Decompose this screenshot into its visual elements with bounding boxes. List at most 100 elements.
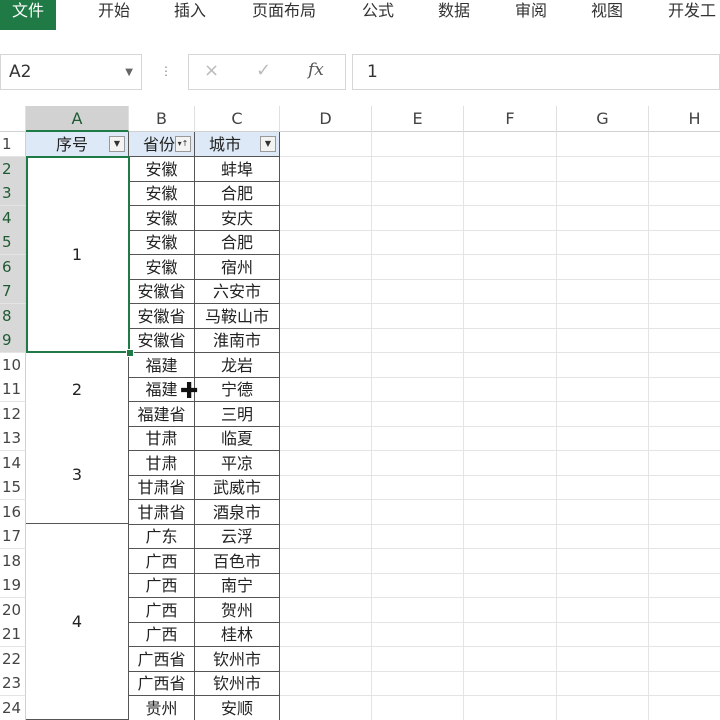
grid-cell[interactable] (372, 157, 464, 182)
grid-cell[interactable] (649, 549, 720, 574)
grid-cell[interactable] (649, 255, 720, 280)
fill-handle[interactable] (126, 349, 134, 357)
province-cell[interactable]: 广西 (129, 549, 195, 574)
grid-cell[interactable] (649, 451, 720, 476)
grid-cell[interactable] (649, 206, 720, 231)
grid-cell[interactable] (464, 377, 557, 402)
grid-cell[interactable] (557, 573, 649, 598)
grid-cell[interactable] (372, 206, 464, 231)
merged-index-cell[interactable]: 3 (26, 426, 129, 524)
city-cell[interactable]: 安顺 (195, 696, 280, 720)
province-cell[interactable]: 安徽 (129, 206, 195, 231)
grid-cell[interactable] (649, 328, 720, 353)
row-header[interactable]: 21 (0, 622, 26, 647)
grid-cell[interactable] (464, 696, 557, 720)
tab-view[interactable]: 视图 (591, 0, 623, 30)
column-header-f[interactable]: F (464, 106, 557, 132)
grid-cell[interactable] (557, 255, 649, 280)
row-header[interactable]: 18 (0, 549, 26, 574)
grid-cell[interactable] (557, 328, 649, 353)
column-header-e[interactable]: E (372, 106, 464, 132)
tab-developer[interactable]: 开发工 (668, 0, 716, 30)
grid-cell[interactable] (557, 230, 649, 255)
row-header[interactable]: 24 (0, 696, 26, 720)
city-cell[interactable]: 六安市 (195, 279, 280, 304)
tab-review[interactable]: 审阅 (515, 0, 547, 30)
grid-cell[interactable] (649, 353, 720, 378)
grid-cell[interactable] (649, 426, 720, 451)
row-header[interactable]: 19 (0, 573, 26, 598)
grid-cell[interactable] (464, 524, 557, 549)
column-header-d[interactable]: D (280, 106, 372, 132)
row-header[interactable]: 5 (0, 230, 26, 255)
grid-cell[interactable] (649, 157, 720, 182)
grid-cell[interactable] (372, 353, 464, 378)
grid-cell[interactable] (372, 328, 464, 353)
grid-cell[interactable] (557, 549, 649, 574)
row-header[interactable]: 2 (0, 157, 26, 182)
grid-cell[interactable] (557, 304, 649, 329)
city-cell[interactable]: 临夏 (195, 426, 280, 451)
row-header[interactable]: 9 (0, 328, 26, 353)
grid-cell[interactable] (280, 377, 372, 402)
grid-cell[interactable] (280, 500, 372, 525)
province-cell[interactable]: 广西省 (129, 671, 195, 696)
grid-cell[interactable] (464, 475, 557, 500)
grid-cell[interactable] (372, 279, 464, 304)
city-cell[interactable]: 合肥 (195, 181, 280, 206)
grid-cell[interactable] (557, 475, 649, 500)
city-cell[interactable]: 南宁 (195, 573, 280, 598)
province-cell[interactable]: 安徽省 (129, 279, 195, 304)
tab-insert[interactable]: 插入 (174, 0, 206, 30)
grid-cell[interactable] (372, 451, 464, 476)
city-cell[interactable]: 淮南市 (195, 328, 280, 353)
grid-cell[interactable] (372, 255, 464, 280)
cancel-icon[interactable]: × (204, 60, 219, 81)
city-cell[interactable]: 蚌埠 (195, 157, 280, 182)
select-all-corner[interactable] (0, 106, 26, 132)
filter-dropdown-a-icon[interactable]: ▼ (109, 136, 125, 152)
grid-cell[interactable] (464, 230, 557, 255)
city-cell[interactable]: 酒泉市 (195, 500, 280, 525)
grid-cell[interactable] (280, 353, 372, 378)
grid-cell[interactable] (464, 500, 557, 525)
formula-input[interactable]: 1 (352, 54, 720, 90)
grid-cell[interactable] (280, 524, 372, 549)
city-cell[interactable]: 百色市 (195, 549, 280, 574)
grid-cell[interactable] (280, 475, 372, 500)
grid-cell[interactable] (280, 671, 372, 696)
grid-cell[interactable] (464, 132, 557, 157)
grid-cell[interactable] (464, 206, 557, 231)
grid-cell[interactable] (372, 573, 464, 598)
city-cell[interactable]: 贺州 (195, 598, 280, 623)
row-header[interactable]: 15 (0, 475, 26, 500)
grid-cell[interactable] (372, 132, 464, 157)
row-header[interactable]: 12 (0, 402, 26, 427)
grid-cell[interactable] (280, 647, 372, 672)
grid-cell[interactable] (280, 622, 372, 647)
filter-dropdown-c-icon[interactable]: ▼ (260, 136, 276, 152)
grid-cell[interactable] (464, 573, 557, 598)
city-cell[interactable]: 武威市 (195, 475, 280, 500)
province-cell[interactable]: 广西 (129, 622, 195, 647)
grid-cell[interactable] (557, 279, 649, 304)
grid-cell[interactable] (372, 647, 464, 672)
column-header-h[interactable]: H (649, 106, 720, 132)
city-cell[interactable]: 平凉 (195, 451, 280, 476)
grid-cell[interactable] (557, 181, 649, 206)
province-cell[interactable]: 广西 (129, 598, 195, 623)
city-cell[interactable]: 宿州 (195, 255, 280, 280)
grid-cell[interactable] (649, 622, 720, 647)
grid-cell[interactable] (464, 426, 557, 451)
grid-cell[interactable] (557, 671, 649, 696)
grid-cell[interactable] (649, 132, 720, 157)
grid-cell[interactable] (557, 696, 649, 720)
grid-cell[interactable] (557, 524, 649, 549)
grid-cell[interactable] (649, 304, 720, 329)
grid-cell[interactable] (280, 573, 372, 598)
grid-cell[interactable] (649, 181, 720, 206)
grid-cell[interactable] (372, 475, 464, 500)
row-header[interactable]: 14 (0, 451, 26, 476)
more-options-icon[interactable]: ⋮ (160, 64, 172, 78)
grid-cell[interactable] (464, 451, 557, 476)
